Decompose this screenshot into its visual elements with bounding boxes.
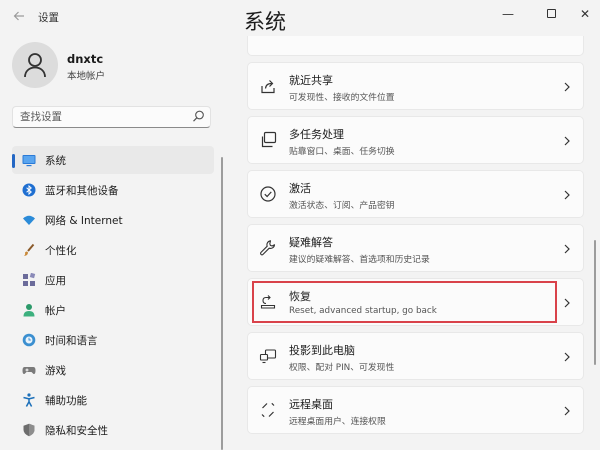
sidebar-item-accessibility[interactable]: 辅助功能: [12, 386, 214, 414]
wifi-icon: [23, 215, 35, 225]
card-title: 疑难解答: [289, 236, 333, 249]
card-subtitle: 权限、配对 PIN、可发现性: [289, 363, 395, 373]
settings-card-partial[interactable]: [247, 36, 584, 56]
settings-card-project-to-pc[interactable]: 投影到此电脑 权限、配对 PIN、可发现性: [247, 332, 584, 380]
bluetooth-icon: [22, 183, 36, 197]
brush-icon: [24, 243, 35, 256]
settings-card-remote-desktop[interactable]: 远程桌面 远程桌面用户、连接权限: [247, 386, 584, 434]
sidebar-item-accounts[interactable]: 帐户: [12, 296, 214, 324]
check-circle-icon: [260, 186, 276, 202]
chevron-right-icon: [564, 190, 570, 200]
settings-window: 设置 — ✕ dnxtc 本地帐户 系统: [0, 0, 600, 450]
maximize-icon: [546, 9, 556, 18]
sidebar-item-bluetooth[interactable]: 蓝牙和其他设备: [12, 176, 214, 204]
shield-icon: [23, 423, 35, 437]
card-title: 就近共享: [289, 74, 333, 87]
chevron-right-icon: [564, 244, 570, 254]
card-subtitle: 贴靠窗口、桌面、任务切换: [289, 147, 395, 157]
globe-clock-icon: [22, 333, 36, 347]
sidebar-item-label: 个性化: [45, 245, 77, 257]
chevron-right-icon: [564, 406, 570, 416]
card-subtitle: 激活状态、订阅、产品密钥: [289, 201, 395, 211]
accessibility-icon: [23, 393, 35, 407]
recovery-highlight-box: [252, 281, 557, 323]
card-subtitle: 可发现性、接收的文件位置: [289, 93, 395, 103]
sidebar-item-privacy[interactable]: 隐私和安全性: [12, 416, 214, 444]
chevron-right-icon: [564, 352, 570, 362]
chevron-right-icon: [564, 298, 570, 308]
sidebar-item-label: 时间和语言: [45, 335, 98, 347]
card-title: 激活: [289, 182, 311, 195]
multitask-icon: [261, 131, 277, 148]
settings-card-troubleshoot[interactable]: 疑难解答 建议的疑难解答、首选项和历史记录: [247, 224, 584, 272]
person-icon: [24, 53, 46, 78]
arrow-left-icon: [13, 11, 24, 21]
page-title: 系统: [244, 10, 286, 34]
sidebar-item-personalization[interactable]: 个性化: [12, 236, 214, 264]
back-button[interactable]: [11, 9, 27, 25]
sidebar-item-label: 网络 & Internet: [45, 215, 123, 227]
sidebar-item-time-language[interactable]: 时间和语言: [12, 326, 214, 354]
sidebar-item-gaming[interactable]: 游戏: [12, 356, 214, 384]
close-button[interactable]: ✕: [575, 6, 595, 22]
app-title: 设置: [38, 12, 59, 24]
card-subtitle: 远程桌面用户、连接权限: [289, 417, 386, 427]
apps-icon: [23, 273, 36, 286]
account-type: 本地帐户: [67, 71, 106, 82]
active-indicator: [12, 154, 15, 168]
account-name: dnxtc: [67, 52, 104, 66]
settings-card-activation[interactable]: 激活 激活状态、订阅、产品密钥: [247, 170, 584, 218]
card-title: 投影到此电脑: [289, 344, 355, 357]
main-scrollbar[interactable]: [594, 240, 596, 365]
maximize-button[interactable]: [541, 6, 561, 22]
sidebar-item-label: 帐户: [45, 305, 66, 317]
sidebar-item-label: 应用: [45, 275, 66, 287]
sidebar-item-label: 辅助功能: [45, 395, 87, 407]
sidebar-item-system[interactable]: 系统: [12, 146, 214, 174]
gamepad-icon: [22, 367, 36, 375]
search-input[interactable]: [20, 109, 185, 125]
sidebar-item-network[interactable]: 网络 & Internet: [12, 206, 214, 234]
search-box[interactable]: [12, 106, 211, 128]
sidebar-item-label: 游戏: [45, 365, 66, 377]
minimize-button[interactable]: —: [498, 6, 518, 22]
settings-card-nearby-sharing[interactable]: 就近共享 可发现性、接收的文件位置: [247, 62, 584, 110]
remote-desktop-icon: [261, 402, 275, 418]
projection-icon: [259, 349, 277, 364]
sidebar-item-label: 系统: [45, 155, 66, 167]
nearby-share-icon: [261, 80, 275, 94]
person-icon: [23, 304, 35, 317]
sidebar-item-label: 蓝牙和其他设备: [45, 185, 119, 197]
card-title: 远程桌面: [289, 398, 333, 411]
card-subtitle: 建议的疑难解答、首选项和历史记录: [289, 255, 430, 265]
wrench-icon: [260, 240, 276, 256]
chevron-right-icon: [564, 82, 570, 92]
sidebar-item-apps[interactable]: 应用: [12, 266, 214, 294]
chevron-right-icon: [564, 136, 570, 146]
monitor-icon: [22, 155, 36, 167]
avatar[interactable]: [12, 42, 58, 88]
search-icon[interactable]: [192, 110, 205, 123]
settings-card-multitasking[interactable]: 多任务处理 贴靠窗口、桌面、任务切换: [247, 116, 584, 164]
sidebar-item-label: 隐私和安全性: [45, 425, 108, 437]
card-title: 多任务处理: [289, 128, 344, 141]
sidebar-scrollbar[interactable]: [221, 157, 223, 450]
